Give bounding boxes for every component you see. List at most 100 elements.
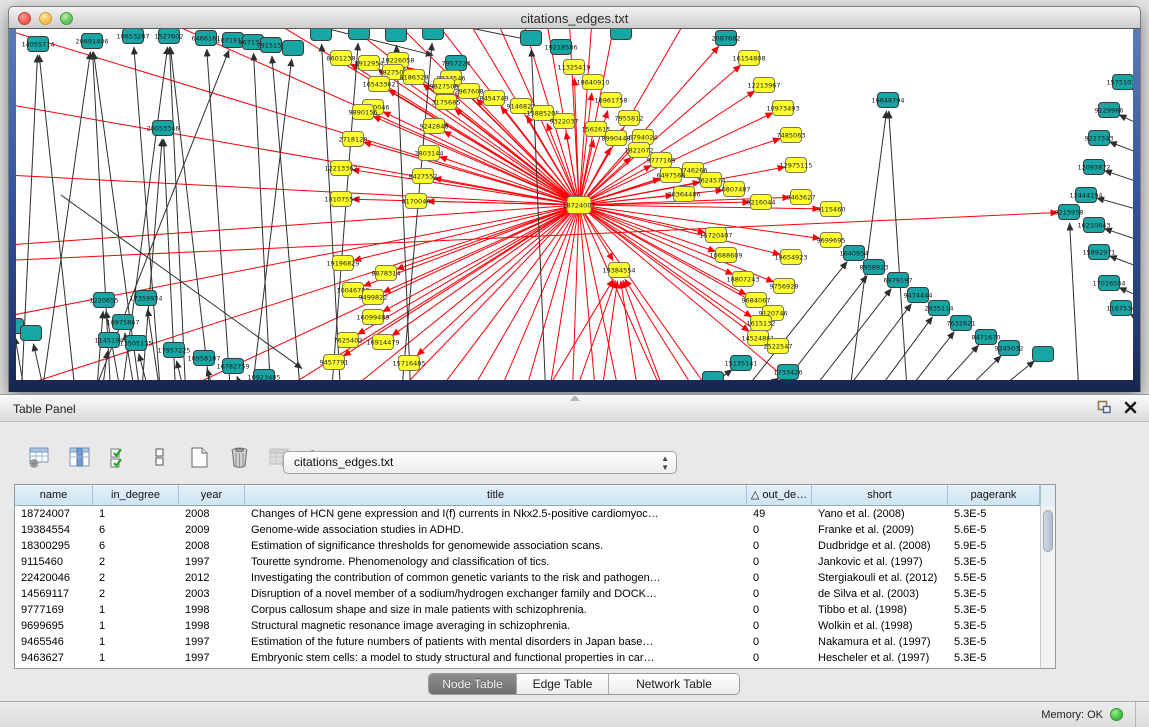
graph-edge — [93, 52, 141, 380]
graph-node-label: 9129966 — [1095, 106, 1124, 114]
graph-node[interactable] — [1033, 347, 1054, 362]
network-graph[interactable]: 1405571420691406106532871527602646616110… — [16, 29, 1133, 380]
graph-node[interactable] — [21, 326, 42, 341]
graph-edge — [50, 29, 579, 205]
memory-ok-icon[interactable] — [1110, 708, 1123, 721]
table-row[interactable]: 1938455462009Genome-wide association stu… — [15, 522, 1055, 538]
table-row[interactable]: 946554611997Estimation of the future num… — [15, 634, 1055, 650]
graph-node-label: 9227343 — [1085, 134, 1114, 142]
table-cell: 0 — [747, 650, 812, 666]
table-cell: Wolkin et al. (1998) — [812, 618, 948, 634]
table-row[interactable]: 1456911722003Disruption of a novel membe… — [15, 586, 1055, 602]
graph-node-label: 2718120 — [339, 135, 368, 143]
table-cell: Estimation of the future numbers of pati… — [245, 634, 747, 650]
table-cell: 2009 — [179, 522, 245, 538]
graph-edge — [170, 47, 186, 380]
table-cell: 1998 — [179, 602, 245, 618]
graph-node[interactable] — [423, 29, 444, 40]
column-header-name[interactable]: name — [15, 485, 93, 505]
graph-node-label: 15892971 — [1082, 248, 1115, 256]
table-cell: 18300295 — [15, 538, 93, 554]
table-cell: 1 — [93, 618, 179, 634]
graph-node[interactable] — [521, 31, 542, 46]
close-panel-icon[interactable] — [1124, 401, 1137, 419]
memory-status-label: Memory: OK — [1041, 709, 1103, 721]
table-cell: 5.3E-5 — [948, 618, 1040, 634]
float-panel-icon[interactable] — [1097, 400, 1112, 419]
graph-node[interactable] — [703, 372, 724, 381]
tab-network-table[interactable]: Network Table — [609, 674, 739, 694]
table-row[interactable]: 969969511998Structural magnetic resonanc… — [15, 618, 1055, 634]
graph-node-label: 18226058 — [381, 56, 414, 64]
table-cell: 6 — [93, 522, 179, 538]
dropdown-stepper-icon: ▲▼ — [661, 454, 669, 472]
table-row[interactable]: 1872400712008Changes of HCN gene express… — [15, 506, 1055, 522]
table-settings-icon[interactable] — [26, 444, 52, 470]
graph-node-label: 3624574 — [697, 176, 726, 184]
tab-node-table[interactable]: Node Table — [429, 674, 517, 694]
graph-node-label: 8427552 — [409, 172, 438, 180]
column-header-short[interactable]: short — [812, 485, 948, 505]
graph-node-label: 9242848 — [420, 122, 449, 130]
graph-node-label: 9684067 — [742, 296, 771, 304]
graph-node-label: 17957225 — [157, 346, 190, 354]
vertical-scrollbar[interactable] — [1040, 506, 1055, 668]
graph-edge — [396, 205, 579, 269]
graph-node-label: 9699695 — [817, 236, 846, 244]
network-view-frame: 1405571420691406106532871527602646616110… — [8, 29, 1141, 392]
graph-node[interactable] — [283, 41, 304, 56]
network-canvas[interactable]: 1405571420691406106532871527602646616110… — [16, 29, 1133, 380]
graph-node-label: 8958923 — [860, 263, 889, 271]
graph-node-label: 6979197 — [884, 276, 913, 284]
split-divider-handle[interactable] — [570, 396, 580, 401]
table-select-dropdown[interactable]: citations_edges.txt ▲▼ — [283, 451, 677, 474]
row-height-icon[interactable] — [146, 444, 172, 470]
graph-edge — [221, 205, 579, 380]
graph-edge — [134, 47, 161, 380]
window-titlebar[interactable]: citations_edges.txt — [8, 6, 1141, 29]
table-row[interactable]: 1830029562008Estimation of significance … — [15, 538, 1055, 554]
graph-node-label: 10923485 — [247, 373, 280, 380]
graph-node-label: 20053346 — [146, 124, 179, 132]
graph-node[interactable] — [386, 29, 407, 42]
column-header-year[interactable]: year — [179, 485, 245, 505]
graph-node-label: 16914479 — [366, 338, 399, 346]
table-cell: 0 — [747, 522, 812, 538]
graph-node-label: 4170046 — [402, 197, 431, 205]
table-cell: 1998 — [179, 618, 245, 634]
graph-node-label: 1220655 — [90, 296, 119, 304]
column-header-pagerank[interactable]: pagerank — [948, 485, 1040, 505]
graph-edge — [1109, 142, 1133, 156]
table-row[interactable]: 911546021997Tourette syndrome. Phenomeno… — [15, 554, 1055, 570]
select-columns-icon[interactable] — [66, 444, 92, 470]
graph-node-label: 19218586 — [544, 43, 577, 51]
graph-node[interactable] — [349, 29, 370, 40]
create-table-icon[interactable] — [186, 444, 212, 470]
column-header-in_degree[interactable]: in_degree — [93, 485, 179, 505]
graph-node-label: 20691406 — [75, 37, 108, 45]
table-cell: 2 — [93, 570, 179, 586]
scrollbar-thumb[interactable] — [1043, 510, 1053, 552]
graph-node-label: 12213967 — [747, 81, 780, 89]
table-cell: 49 — [747, 506, 812, 522]
graph-edge — [121, 47, 168, 380]
graph-node-label: 8186328 — [400, 73, 429, 81]
table-cell: 1997 — [179, 554, 245, 570]
select-rows-icon[interactable] — [106, 444, 132, 470]
table-row[interactable]: 2242004622012Investigating the contribut… — [15, 570, 1055, 586]
graph-node[interactable] — [611, 29, 632, 40]
graph-node-label: 1615132 — [747, 319, 776, 327]
column-header-out_de[interactable]: △ out_de… — [747, 485, 812, 505]
delete-trash-icon[interactable] — [226, 444, 252, 470]
table-cell: 9777169 — [15, 602, 93, 618]
tab-edge-table[interactable]: Edge Table — [517, 674, 609, 694]
graph-edge — [1104, 229, 1133, 243]
graph-node-label: 9474444 — [904, 291, 933, 299]
column-header-title[interactable]: title — [245, 485, 747, 505]
graph-node-label: 1640954 — [840, 249, 869, 257]
graph-node-label: 10975867 — [106, 318, 139, 326]
graph-node[interactable] — [311, 29, 332, 41]
table-cell: 1 — [93, 650, 179, 666]
table-row[interactable]: 977716911998Corpus callosum shape and si… — [15, 602, 1055, 618]
table-row[interactable]: 946362711997Embryonic stem cells: a mode… — [15, 650, 1055, 666]
